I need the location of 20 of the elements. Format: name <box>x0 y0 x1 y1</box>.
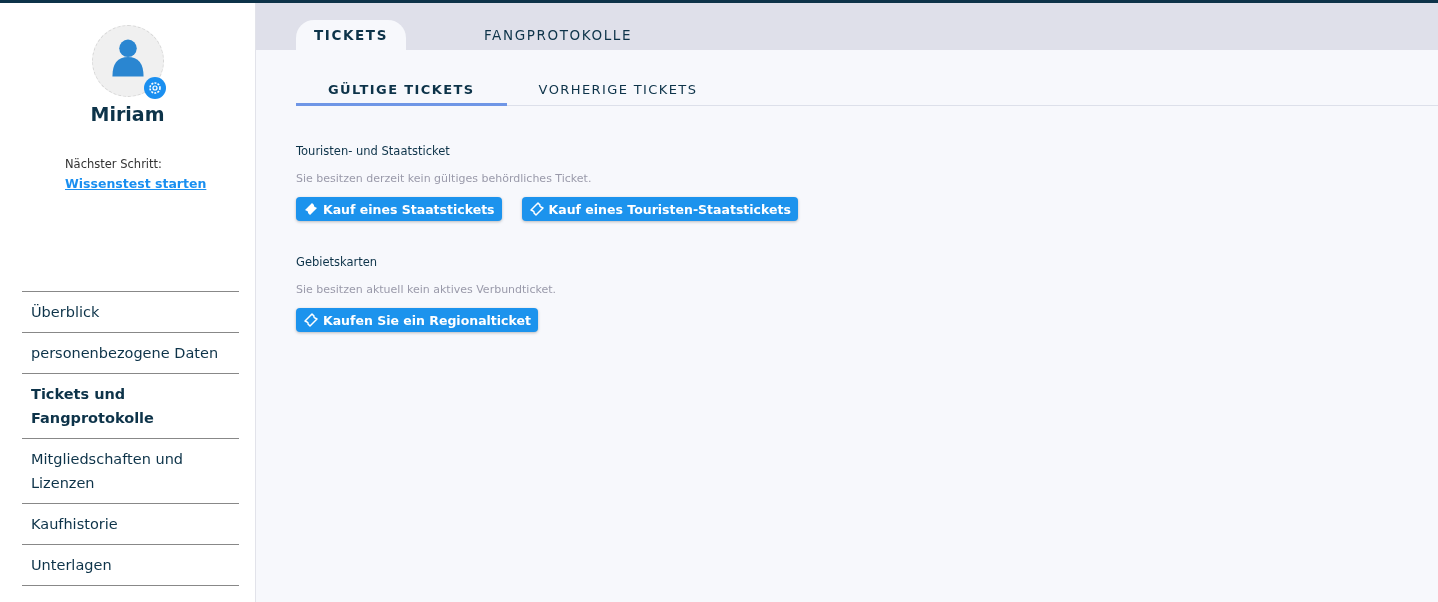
nav-item[interactable]: Kaufhistorie <box>22 504 239 545</box>
settings-icon[interactable] <box>143 77 166 99</box>
tab[interactable]: TICKETS <box>296 20 406 50</box>
nav-item[interactable]: Mitgliedschaften und Lizenzen <box>22 439 239 504</box>
ticket-icon <box>303 201 319 217</box>
section-message: Sie besitzen derzeit kein gültiges behördliches Ticket. <box>296 172 592 185</box>
next-step-label: Nächster Schritt: <box>65 157 162 171</box>
nav-item[interactable]: Überblick <box>22 292 239 333</box>
subtab[interactable]: GÜLTIGE TICKETS <box>296 82 507 106</box>
section-title: Gebietskarten <box>296 255 378 269</box>
user-name: Miriam <box>90 103 165 125</box>
nav-item[interactable]: personenbezogene Daten <box>22 333 239 374</box>
subtab[interactable]: VORHERIGE TICKETS <box>506 82 730 106</box>
nav-item[interactable]: Unterlagen <box>22 545 239 586</box>
section-title: Touristen- und Staatsticket <box>296 144 450 158</box>
section-message: Sie besitzen aktuell kein aktives Verbundticket. <box>296 283 557 296</box>
ticket-icon <box>303 312 319 328</box>
nav-item[interactable]: Tickets und Fangprotokolle <box>22 374 239 439</box>
ticket-icon <box>528 201 545 217</box>
tab[interactable]: FANGPROTOKOLLE <box>425 20 691 50</box>
